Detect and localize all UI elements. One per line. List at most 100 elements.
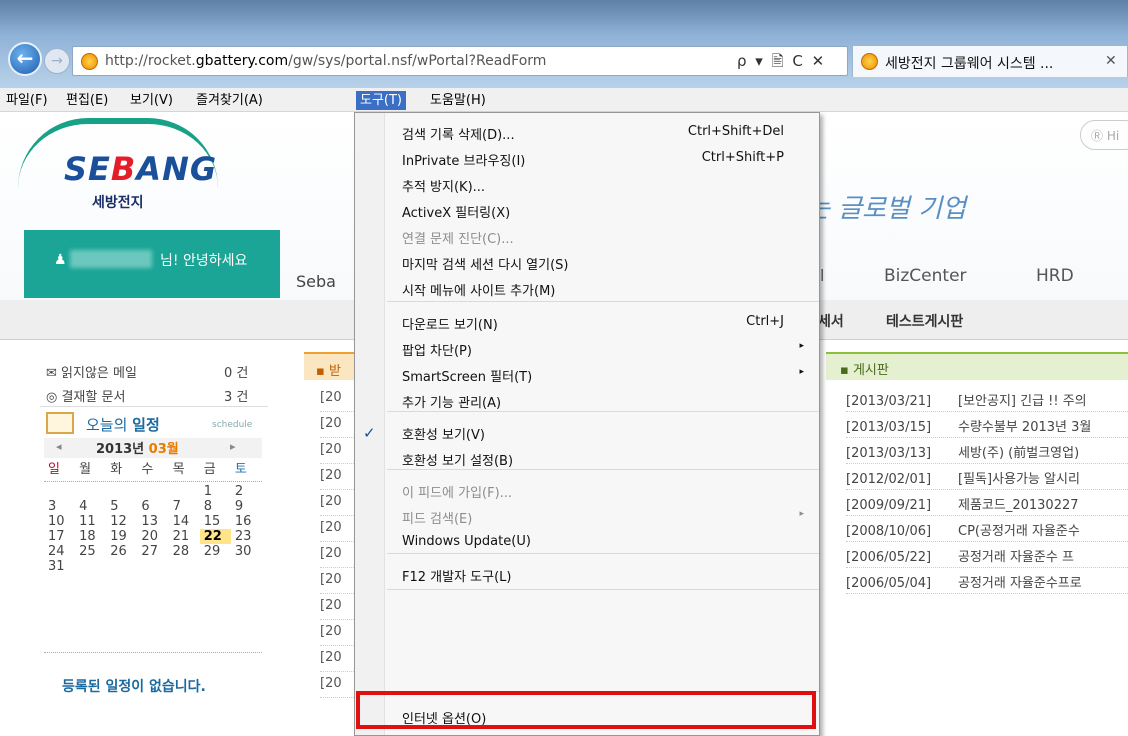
menu-item-inprivate[interactable]: InPrivate 브라우징(I) Ctrl+Shift+P (388, 145, 818, 171)
calendar-day[interactable]: 19 (106, 529, 137, 544)
calendar-day[interactable]: 9 (231, 499, 262, 514)
calendar-day[interactable]: 3 (44, 499, 75, 514)
calendar-day[interactable]: 10 (44, 514, 75, 529)
center-list-item[interactable]: [20 (320, 386, 356, 412)
menu-item-delete-history[interactable]: 검색 기록 삭제(D)... Ctrl+Shift+Del (388, 119, 818, 145)
browser-tab[interactable]: 세방전지 그룹웨어 시스템 ... ✕ (852, 45, 1128, 77)
board-title[interactable]: ▪ 게시판 (840, 359, 889, 378)
calendar-day[interactable]: 30 (231, 544, 262, 559)
board-title-link[interactable]: 공정거래 자율준수 프 (958, 550, 1074, 565)
calendar-day[interactable]: 12 (106, 514, 137, 529)
calendar-day[interactable]: 22 (199, 529, 231, 544)
board-title-link[interactable]: [보안공지] 긴급 !! 주의 (958, 394, 1087, 409)
center-list-item[interactable]: [20 (320, 646, 356, 672)
tab-close-icon[interactable]: ✕ (1105, 53, 1117, 69)
calendar-day[interactable]: 11 (75, 514, 106, 529)
calendar-day[interactable]: 16 (231, 514, 262, 529)
calendar-day[interactable]: 21 (169, 529, 200, 544)
calendar-day[interactable]: 24 (44, 544, 75, 559)
board-title-link[interactable]: 수량수불부 2013년 3월 (958, 420, 1091, 435)
center-list-item[interactable]: [20 (320, 620, 356, 646)
nav-item-seba[interactable]: Seba (296, 272, 336, 291)
nav-item-partial[interactable]: l (820, 266, 824, 285)
menu-item-tracking-protection[interactable]: 추적 방지(K)... (388, 171, 818, 197)
calendar-day[interactable]: 6 (137, 499, 168, 514)
board-row[interactable]: [2013/03/15] 수량수불부 2013년 3월 (846, 412, 1128, 438)
menu-edit[interactable]: 편집(E) (62, 91, 112, 110)
board-row[interactable]: [2008/10/06] CP(공정거래 자율준수 (846, 516, 1128, 542)
calendar-day[interactable]: 31 (44, 559, 75, 574)
center-list-item[interactable]: [20 (320, 594, 356, 620)
calendar-day[interactable]: 15 (200, 514, 231, 529)
address-bar-icons[interactable]: ρ ▾ 🖹 C ✕ (737, 51, 826, 76)
menu-item-compat-view-settings[interactable]: 호환성 보기 설정(B) (388, 445, 818, 471)
board-title-link[interactable]: 공정거래 자율준수프로 (958, 576, 1082, 591)
calendar-next-icon[interactable]: ▸ (230, 440, 236, 453)
calendar-day[interactable]: 1 (200, 484, 231, 499)
subnav-item-a[interactable]: 세서 (818, 311, 844, 331)
calendar-day[interactable]: 7 (169, 499, 200, 514)
calendar-day[interactable]: 14 (169, 514, 200, 529)
approval-doc-label[interactable]: ◎ 결재할 문서 (46, 386, 125, 405)
menu-favorites[interactable]: 즐겨찾기(A) (192, 91, 267, 110)
board-row[interactable]: [2012/02/01] [필독]사용가능 알시리 (846, 464, 1128, 490)
menu-tools[interactable]: 도구(T) (356, 91, 407, 110)
header-button[interactable]: Ⓡ Hi (1080, 120, 1128, 150)
board-title-link[interactable]: 세방(주) (前벌크영업) (958, 446, 1079, 461)
forward-button[interactable]: → (44, 48, 70, 74)
board-title-link[interactable]: 제품코드_20130227 (958, 498, 1079, 513)
menu-item-reopen-last-session[interactable]: 마지막 검색 세션 다시 열기(S) (388, 249, 818, 275)
center-list-item[interactable]: [20 (320, 412, 356, 438)
calendar-day[interactable]: 4 (75, 499, 106, 514)
center-list-item[interactable]: [20 (320, 438, 356, 464)
site-logo[interactable]: SEBANG (64, 150, 217, 188)
center-list-item[interactable]: [20 (320, 542, 356, 568)
menu-item-popup-blocker[interactable]: 팝업 차단(P) ▸ (388, 335, 818, 361)
tab-title[interactable]: 세방전지 그룹웨어 시스템 ... (885, 53, 1053, 73)
menu-item-f12-devtools[interactable]: F12 개발자 도구(L) (388, 561, 818, 587)
calendar-day[interactable]: 8 (200, 499, 231, 514)
calendar-day[interactable]: 17 (44, 529, 75, 544)
menu-item-manage-addons[interactable]: 추가 기능 관리(A) (388, 387, 818, 413)
subnav-item-test-board[interactable]: 테스트게시판 (886, 311, 963, 331)
calendar-day[interactable]: 13 (137, 514, 168, 529)
center-list-item[interactable]: [20 (320, 464, 356, 490)
menu-item-compat-view[interactable]: 호환성 보기(V) (388, 419, 818, 445)
menu-item-activex-filtering[interactable]: ActiveX 필터링(X) (388, 197, 818, 223)
calendar-day[interactable]: 2 (231, 484, 262, 499)
menu-item-smartscreen-filter[interactable]: SmartScreen 필터(T) ▸ (388, 361, 818, 387)
address-bar[interactable]: http://rocket.gbattery.com/gw/sys/portal… (72, 46, 848, 76)
board-row[interactable]: [2006/05/22] 공정거래 자율준수 프 (846, 542, 1128, 568)
nav-item-bizcenter[interactable]: BizCenter (884, 266, 967, 286)
calendar-day[interactable]: 5 (106, 499, 137, 514)
board-title-link[interactable]: CP(공정거래 자율준수 (958, 524, 1080, 539)
url-text[interactable]: http://rocket.gbattery.com/gw/sys/portal… (105, 53, 546, 69)
back-button[interactable]: ← (8, 42, 42, 76)
center-list-title[interactable]: ▪ 받 (316, 360, 341, 379)
approval-doc-count[interactable]: 3 건 (224, 386, 248, 405)
menu-help[interactable]: 도움말(H) (426, 91, 490, 110)
center-list-item[interactable]: [20 (320, 672, 356, 698)
unread-mail-label[interactable]: ✉ 읽지않은 메일 (46, 362, 137, 381)
unread-mail-count[interactable]: 0 건 (224, 362, 248, 381)
calendar-day[interactable]: 26 (106, 544, 137, 559)
menu-item-add-site-start-menu[interactable]: 시작 메뉴에 사이트 추가(M) (388, 275, 818, 301)
calendar-day[interactable]: 20 (137, 529, 168, 544)
board-title-link[interactable]: [필독]사용가능 알시리 (958, 472, 1080, 487)
center-list-item[interactable]: [20 (320, 516, 356, 542)
center-list-item[interactable]: [20 (320, 568, 356, 594)
calendar-day[interactable]: 23 (231, 529, 262, 544)
menu-item-windows-update[interactable]: Windows Update(U) (388, 529, 818, 555)
center-list-item[interactable]: [20 (320, 490, 356, 516)
calendar-day[interactable]: 29 (200, 544, 231, 559)
board-row[interactable]: [2013/03/21] [보안공지] 긴급 !! 주의 (846, 386, 1128, 412)
calendar-prev-icon[interactable]: ◂ (56, 440, 62, 453)
calendar-day[interactable]: 18 (75, 529, 106, 544)
board-row[interactable]: [2009/09/21] 제품코드_20130227 (846, 490, 1128, 516)
menu-item-view-downloads[interactable]: 다운로드 보기(N) Ctrl+J (388, 309, 818, 335)
calendar-day[interactable]: 25 (75, 544, 106, 559)
board-row[interactable]: [2013/03/13] 세방(주) (前벌크영업) (846, 438, 1128, 464)
calendar-day[interactable]: 27 (137, 544, 168, 559)
menu-view[interactable]: 보기(V) (126, 91, 177, 110)
menu-file[interactable]: 파일(F) (2, 91, 52, 110)
